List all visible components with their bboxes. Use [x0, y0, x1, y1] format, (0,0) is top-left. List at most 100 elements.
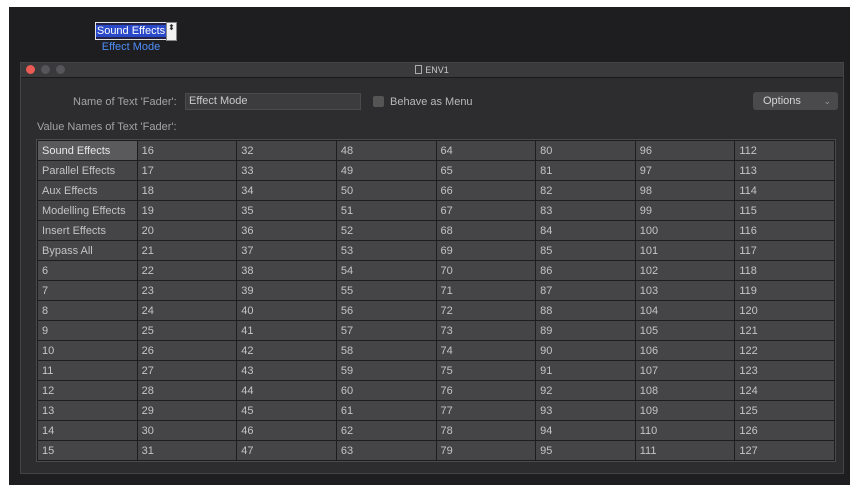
value-name-cell[interactable]: 49: [336, 161, 436, 180]
value-name-cell[interactable]: 52: [336, 221, 436, 240]
value-name-cell[interactable]: 8: [38, 301, 137, 320]
value-name-cell[interactable]: 127: [735, 441, 834, 460]
value-name-cell[interactable]: 73: [436, 321, 536, 340]
value-name-cell[interactable]: 16: [137, 141, 237, 160]
behave-as-menu-label[interactable]: Behave as Menu: [390, 96, 473, 108]
value-name-cell[interactable]: 20: [137, 221, 237, 240]
value-name-cell[interactable]: 124: [735, 381, 834, 400]
value-name-cell[interactable]: 23: [137, 281, 237, 300]
value-name-cell[interactable]: 126: [735, 421, 834, 440]
value-name-cell[interactable]: 45: [237, 401, 336, 420]
value-name-cell[interactable]: 48: [336, 141, 436, 160]
value-name-cell[interactable]: 19: [137, 201, 237, 220]
value-name-cell[interactable]: 42: [237, 341, 336, 360]
value-name-cell[interactable]: 54: [336, 261, 436, 280]
value-name-cell[interactable]: 104: [635, 301, 735, 320]
value-name-cell[interactable]: 11: [38, 361, 137, 380]
value-name-cell[interactable]: 90: [536, 341, 635, 360]
value-name-cell[interactable]: 22: [137, 261, 237, 280]
value-name-cell[interactable]: 96: [635, 141, 735, 160]
text-fader[interactable]: Sound Effects ⬍ Effect Mode: [95, 22, 177, 56]
value-name-cell[interactable]: 95: [536, 441, 635, 460]
value-name-cell[interactable]: 111: [635, 441, 735, 460]
value-name-cell[interactable]: 99: [635, 201, 735, 220]
value-name-cell[interactable]: 27: [137, 361, 237, 380]
value-name-cell[interactable]: 107: [635, 361, 735, 380]
value-name-cell[interactable]: 65: [436, 161, 536, 180]
value-name-cell[interactable]: 7: [38, 281, 137, 300]
value-name-cell[interactable]: Parallel Effects: [38, 161, 137, 180]
value-name-cell[interactable]: 32: [237, 141, 336, 160]
value-name-cell[interactable]: 108: [635, 381, 735, 400]
value-name-cell[interactable]: 41: [237, 321, 336, 340]
value-name-cell[interactable]: 100: [635, 221, 735, 240]
value-name-cell[interactable]: 9: [38, 321, 137, 340]
value-name-cell[interactable]: 35: [237, 201, 336, 220]
value-name-cell[interactable]: 57: [336, 321, 436, 340]
value-name-cell[interactable]: 123: [735, 361, 834, 380]
value-name-cell[interactable]: 36: [237, 221, 336, 240]
value-name-cell[interactable]: 121: [735, 321, 834, 340]
value-name-cell[interactable]: 97: [635, 161, 735, 180]
value-name-cell[interactable]: 119: [735, 281, 834, 300]
value-name-cell[interactable]: 70: [436, 261, 536, 280]
value-name-cell[interactable]: 118: [735, 261, 834, 280]
value-name-cell[interactable]: 82: [536, 181, 635, 200]
value-name-cell[interactable]: 26: [137, 341, 237, 360]
value-name-cell[interactable]: 14: [38, 421, 137, 440]
value-name-cell[interactable]: Sound Effects: [38, 141, 137, 160]
value-name-cell[interactable]: 116: [735, 221, 834, 240]
value-name-cell[interactable]: 85: [536, 241, 635, 260]
value-name-cell[interactable]: 77: [436, 401, 536, 420]
value-name-cell[interactable]: 15: [38, 441, 137, 460]
value-name-cell[interactable]: 25: [137, 321, 237, 340]
value-name-cell[interactable]: 29: [137, 401, 237, 420]
value-name-cell[interactable]: 112: [735, 141, 834, 160]
value-name-cell[interactable]: 92: [536, 381, 635, 400]
value-name-cell[interactable]: 122: [735, 341, 834, 360]
value-name-cell[interactable]: 98: [635, 181, 735, 200]
value-name-cell[interactable]: 120: [735, 301, 834, 320]
value-name-cell[interactable]: 74: [436, 341, 536, 360]
value-name-cell[interactable]: Modelling Effects: [38, 201, 137, 220]
value-name-cell[interactable]: 56: [336, 301, 436, 320]
value-name-cell[interactable]: 76: [436, 381, 536, 400]
value-name-cell[interactable]: 87: [536, 281, 635, 300]
value-name-cell[interactable]: 83: [536, 201, 635, 220]
value-name-cell[interactable]: 59: [336, 361, 436, 380]
value-name-cell[interactable]: 103: [635, 281, 735, 300]
value-name-cell[interactable]: 30: [137, 421, 237, 440]
value-name-cell[interactable]: 114: [735, 181, 834, 200]
value-name-cell[interactable]: 64: [436, 141, 536, 160]
value-name-cell[interactable]: 58: [336, 341, 436, 360]
value-name-cell[interactable]: 71: [436, 281, 536, 300]
value-name-cell[interactable]: 21: [137, 241, 237, 260]
value-name-cell[interactable]: 13: [38, 401, 137, 420]
value-name-cell[interactable]: 93: [536, 401, 635, 420]
value-name-cell[interactable]: 102: [635, 261, 735, 280]
value-name-cell[interactable]: 17: [137, 161, 237, 180]
value-name-cell[interactable]: 110: [635, 421, 735, 440]
value-name-cell[interactable]: 80: [536, 141, 635, 160]
value-name-cell[interactable]: 69: [436, 241, 536, 260]
value-name-cell[interactable]: 109: [635, 401, 735, 420]
value-name-cell[interactable]: 91: [536, 361, 635, 380]
value-name-cell[interactable]: Bypass All: [38, 241, 137, 260]
value-name-cell[interactable]: 33: [237, 161, 336, 180]
fader-value-display[interactable]: Sound Effects: [95, 22, 167, 40]
value-name-cell[interactable]: 39: [237, 281, 336, 300]
value-name-cell[interactable]: 28: [137, 381, 237, 400]
value-name-cell[interactable]: 37: [237, 241, 336, 260]
value-name-cell[interactable]: 88: [536, 301, 635, 320]
value-name-cell[interactable]: 81: [536, 161, 635, 180]
value-name-cell[interactable]: 53: [336, 241, 436, 260]
value-name-cell[interactable]: Insert Effects: [38, 221, 137, 240]
value-name-cell[interactable]: 55: [336, 281, 436, 300]
value-name-cell[interactable]: 44: [237, 381, 336, 400]
value-name-cell[interactable]: 94: [536, 421, 635, 440]
value-name-cell[interactable]: 84: [536, 221, 635, 240]
value-name-cell[interactable]: 51: [336, 201, 436, 220]
value-name-cell[interactable]: 34: [237, 181, 336, 200]
value-name-cell[interactable]: 6: [38, 261, 137, 280]
value-name-cell[interactable]: 125: [735, 401, 834, 420]
